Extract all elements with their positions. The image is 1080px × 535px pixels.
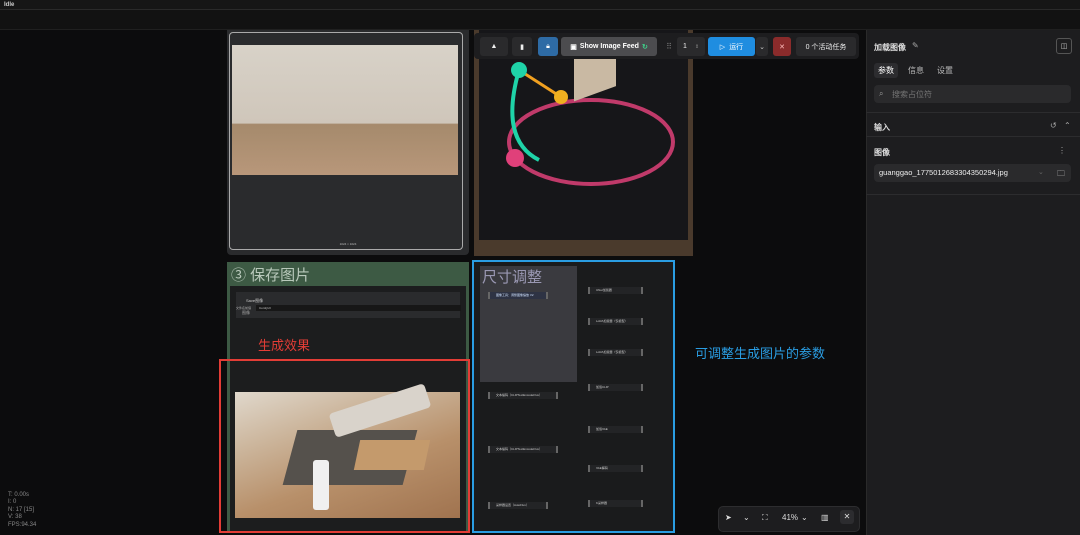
stat-time: T: 0.00s <box>8 492 30 498</box>
preview-caption: 1024 × 1024 <box>339 242 357 246</box>
divider <box>866 194 1080 195</box>
stat-i: I: 0 <box>8 499 17 506</box>
save-field-label: 文件名前缀 <box>236 306 252 310</box>
active-tasks-button[interactable]: 0 个活动任务 <box>796 37 856 56</box>
close-icon: ✕ <box>779 43 785 51</box>
preview-image-node[interactable]: 1024 × 1024 <box>227 30 469 255</box>
panel-toggle-icon[interactable]: ◫ <box>1056 38 1072 54</box>
divider <box>866 136 1080 137</box>
resize-right-item-7[interactable]: K采样器 <box>588 500 643 507</box>
chevron-down-icon[interactable]: ⌄ <box>1038 168 1044 176</box>
fit-view-icon[interactable]: ⛶ <box>762 513 768 523</box>
resize-right-item-4[interactable]: 加载CLIP <box>588 384 643 391</box>
stat-fps: FPS:94.34 <box>8 521 37 528</box>
resize-left-item-1[interactable]: 文本编码（CLIPTextEncodeFlux） <box>488 392 558 399</box>
minimap-icon[interactable]: ▥ <box>821 513 829 522</box>
orbit-handle-teal <box>511 62 527 78</box>
lock-button[interactable]: 🔒︎ <box>538 37 558 56</box>
run-label: 运行 <box>729 43 744 51</box>
pointer-icon[interactable]: ➤ <box>725 513 732 522</box>
show-image-feed-button[interactable]: ▣ Show Image Feed ↻ <box>561 37 657 56</box>
save-subnode-title: Save图像 <box>246 298 264 303</box>
chevron-down-icon: ⌄ <box>759 43 765 51</box>
reset-icon[interactable]: ↺ <box>1050 121 1057 130</box>
search-icon: ⌕ <box>879 89 884 98</box>
run-button[interactable]: ▷ 运行 <box>708 37 755 56</box>
orbit-handle-pink <box>506 149 524 167</box>
tab-info[interactable]: 信息 <box>904 63 928 78</box>
resize-right-item-3[interactable]: LoRA加载器（仅模型） <box>588 349 643 356</box>
resize-group-title: 尺寸调整 <box>482 269 543 286</box>
stepper-icon[interactable]: ⇕ <box>695 44 699 50</box>
save-node-title: ③ 保存图片 <box>231 267 311 284</box>
window-title: Idle <box>0 0 1080 10</box>
save-subnode-row: 图像 <box>242 310 250 315</box>
generated-effect-highlight <box>219 359 470 533</box>
run-dropdown-button[interactable]: ⌄ <box>756 37 768 56</box>
image-field-label: 图像 <box>874 148 890 157</box>
resize-right-item-5[interactable]: 加载VAE <box>588 426 643 433</box>
link-visibility-icon[interactable]: ✕ <box>840 510 854 524</box>
chevron-down-icon[interactable]: ⌄ <box>801 513 808 522</box>
tab-params[interactable]: 参数 <box>874 63 898 78</box>
logo-icon: ▲ <box>490 43 498 50</box>
resize-right-item-2[interactable]: LoRA加载器（仅模型） <box>588 318 643 325</box>
cancel-run-button[interactable]: ✕ <box>773 37 791 56</box>
orbit-handle-yellow <box>554 90 568 104</box>
bookmark-icon: ▮ <box>520 43 524 51</box>
refresh-icon: ↻ <box>641 43 648 51</box>
chevron-up-icon[interactable]: ⌃ <box>1064 121 1071 130</box>
resize-right-item-6[interactable]: VAE解码 <box>588 465 643 472</box>
play-icon: ▷ <box>719 43 726 51</box>
resize-left-item-3[interactable]: 采样器设置（AutoFlux） <box>488 502 548 509</box>
resize-right-item-1[interactable]: UNet加载器 <box>588 287 643 294</box>
stat-v: V: 38 <box>8 514 22 521</box>
batch-count-input[interactable]: 1 ⇕ <box>677 37 705 56</box>
camera-orbit-graphic <box>506 38 675 186</box>
zoom-level[interactable]: 41% <box>782 513 798 522</box>
preview-image <box>232 45 458 175</box>
adjustable-params-label: 可调整生成图片的参数 <box>695 346 826 361</box>
properties-sidebar <box>866 30 1080 535</box>
lock-icon: 🔒︎ <box>546 42 550 50</box>
sidebar-search-input[interactable] <box>874 85 1071 103</box>
image-feed-icon: ▣ <box>570 43 577 51</box>
tab-settings[interactable]: 设置 <box>933 63 957 78</box>
menu-bar <box>0 10 1080 30</box>
generated-effect-label: 生成效果 <box>258 338 311 353</box>
more-icon[interactable]: ⋮ <box>1058 146 1066 155</box>
folder-icon[interactable]: 🗀︎ <box>1057 168 1065 182</box>
edit-icon[interactable]: ✎ <box>912 41 919 50</box>
section-input-title: 输入 <box>874 123 890 132</box>
resize-header-item[interactable]: 图像工具：调整图像缩放 V2 <box>488 292 548 299</box>
camera-3d-node[interactable] <box>474 30 693 256</box>
show-image-feed-label: Show Image Feed <box>579 43 639 50</box>
resize-left-item-2[interactable]: 文本编码（CLIPTextEncodeFlux） <box>488 446 558 453</box>
camera-3d-viewport[interactable] <box>479 30 688 240</box>
perf-stats: T: 0.00s I: 0 N: 17 [15] V: 38 FPS:94.34 <box>8 492 36 529</box>
divider <box>866 112 1080 113</box>
batch-count-value: 1 <box>683 43 687 50</box>
app-logo-button[interactable]: ▲ <box>480 37 508 56</box>
stat-nodes: N: 17 [15] <box>8 506 35 513</box>
bookmark-button[interactable]: ▮ <box>512 37 532 56</box>
chevron-down-icon[interactable]: ⌄ <box>743 513 750 522</box>
save-prefix-field[interactable]: ComfyUI <box>256 305 461 311</box>
drag-grip-icon[interactable]: ⠿ <box>664 37 674 56</box>
sidebar-title: 加载图像 <box>874 43 906 52</box>
